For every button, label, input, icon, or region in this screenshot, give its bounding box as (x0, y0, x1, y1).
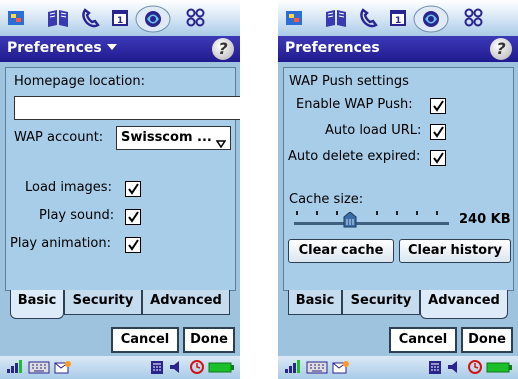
tab-advanced[interactable]: Advanced (420, 290, 508, 319)
keyboard-icon[interactable] (28, 360, 50, 374)
calculator-icon[interactable] (426, 360, 444, 374)
wap-account-label: WAP account: (14, 130, 104, 145)
clear-cache-button[interactable]: Clear cache (288, 239, 394, 263)
load-images-label: Load images: (25, 180, 112, 195)
help-button[interactable]: ? (212, 38, 234, 60)
slider-tick (436, 211, 438, 215)
cache-size-value: 240 KB (459, 212, 511, 227)
done-button[interactable]: Done (183, 327, 235, 353)
slider-tick (376, 211, 378, 215)
title-menu[interactable]: Preferences (7, 40, 117, 56)
keyboard-icon[interactable] (306, 360, 328, 374)
app-launcher-bar: 1 (278, 0, 518, 36)
advanced-settings-panel: WAP Push settings Enable WAP Push: Auto … (283, 67, 514, 291)
contacts-book-icon[interactable] (46, 7, 70, 29)
tab-basic[interactable]: Basic (288, 290, 342, 315)
tab-security[interactable]: Security (64, 290, 142, 315)
title-bar: Preferences ? (0, 36, 240, 62)
checkmark-icon (433, 100, 444, 112)
slider-tick (416, 211, 418, 215)
auto-delete-expired-checkbox[interactable] (430, 150, 446, 166)
calendar-icon[interactable]: 1 (108, 7, 132, 29)
cancel-button[interactable]: Cancel (389, 327, 457, 353)
slider-tick (316, 211, 318, 215)
volume-icon[interactable] (168, 360, 186, 374)
play-animation-label: Play animation: (10, 236, 111, 251)
checkmark-icon (128, 183, 139, 195)
wap-account-select[interactable]: Swisscom ... (116, 126, 231, 150)
auto-load-url-label: Auto load URL: (325, 123, 422, 138)
battery-icon (486, 362, 512, 373)
auto-load-url-checkbox[interactable] (430, 124, 446, 140)
app-launcher-bar: 1 (0, 0, 240, 36)
page-title: Preferences (7, 40, 102, 56)
help-icon: ? (496, 39, 506, 58)
slider-tick (336, 211, 338, 215)
wap-push-section-label: WAP Push settings (289, 74, 409, 89)
checkmark-icon (128, 211, 139, 223)
chevron-down-icon (106, 44, 117, 50)
home-icon[interactable] (4, 7, 28, 29)
play-animation-checkbox[interactable] (125, 237, 141, 253)
volume-icon[interactable] (446, 360, 464, 374)
clear-history-button[interactable]: Clear history (399, 239, 511, 263)
phone-icon[interactable] (78, 7, 102, 29)
page-title: Preferences (285, 40, 380, 56)
status-bar (278, 356, 518, 379)
title-bar: Preferences ? (278, 36, 518, 62)
signal-strength-icon (285, 360, 300, 373)
done-button[interactable]: Done (461, 327, 513, 353)
tab-basic[interactable]: Basic (10, 290, 64, 319)
calendar-icon[interactable]: 1 (386, 7, 410, 29)
mail-icon[interactable] (54, 360, 72, 374)
slider-thumb[interactable] (342, 211, 358, 232)
cancel-button[interactable]: Cancel (111, 327, 179, 353)
phone-screen-basic: 1 Preferences ? Homepage location: WAP a… (0, 0, 240, 379)
basic-settings-panel: Homepage location: WAP account: Swisscom… (5, 67, 240, 291)
home-icon[interactable] (282, 7, 306, 29)
slider-track (294, 222, 449, 225)
auto-delete-expired-label: Auto delete expired: (288, 149, 421, 164)
calculator-icon[interactable] (148, 360, 166, 374)
apps-grid-icon[interactable] (184, 7, 208, 29)
battery-icon (208, 362, 234, 373)
phone-icon[interactable] (356, 7, 380, 29)
tab-bar: Basic Security Advanced (278, 290, 518, 320)
enable-wap-push-checkbox[interactable] (430, 98, 446, 114)
svg-text:1: 1 (117, 16, 123, 26)
dropdown-arrow-icon (215, 134, 227, 156)
checkmark-icon (128, 239, 139, 251)
tab-bar: Basic Security Advanced (0, 290, 240, 320)
cache-size-label: Cache size: (289, 192, 364, 207)
wap-account-value: Swisscom ... (121, 130, 212, 145)
play-sound-label: Play sound: (39, 208, 115, 223)
web-browser-icon[interactable] (412, 4, 450, 34)
status-bar (0, 356, 240, 379)
apps-grid-icon[interactable] (462, 7, 486, 29)
tab-security[interactable]: Security (342, 290, 420, 315)
checkmark-icon (433, 152, 444, 164)
checkmark-icon (433, 126, 444, 138)
help-icon: ? (218, 39, 228, 58)
mail-icon[interactable] (332, 360, 350, 374)
homepage-input[interactable] (14, 96, 240, 120)
slider-tick (296, 211, 298, 215)
alarm-clock-icon[interactable] (466, 360, 484, 374)
enable-wap-push-label: Enable WAP Push: (296, 97, 413, 112)
load-images-checkbox[interactable] (125, 181, 141, 197)
tab-advanced[interactable]: Advanced (142, 290, 230, 315)
help-button[interactable]: ? (490, 38, 512, 60)
homepage-label: Homepage location: (14, 74, 145, 89)
contacts-book-icon[interactable] (324, 7, 348, 29)
web-browser-icon[interactable] (134, 4, 172, 34)
svg-text:1: 1 (395, 16, 401, 26)
slider-tick (396, 211, 398, 215)
play-sound-checkbox[interactable] (125, 209, 141, 225)
alarm-clock-icon[interactable] (188, 360, 206, 374)
signal-strength-icon (7, 360, 22, 373)
phone-screen-advanced: 1 Preferences ? WAP Push settings Enable… (278, 0, 518, 379)
